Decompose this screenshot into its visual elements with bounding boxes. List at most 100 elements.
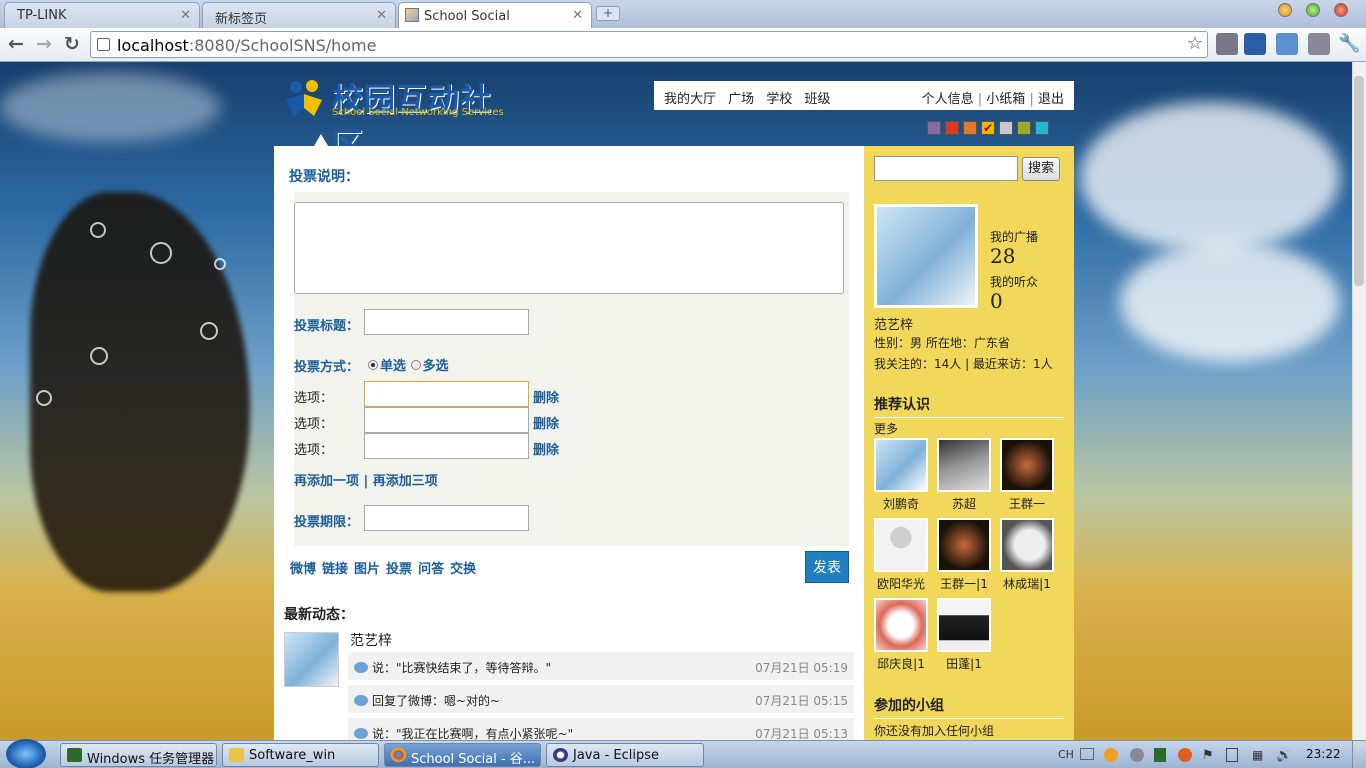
person-avatar[interactable] — [1000, 438, 1054, 492]
tray-app-icon[interactable] — [1104, 748, 1118, 762]
theme-swatch[interactable] — [945, 121, 959, 135]
tray-app-icon[interactable] — [1130, 748, 1144, 762]
tool-qa[interactable]: 问答 — [418, 562, 444, 577]
option-input-2[interactable] — [364, 407, 529, 433]
person-name[interactable]: 王群一 — [995, 495, 1059, 512]
task-eclipse[interactable]: Java - Eclipse — [546, 743, 704, 767]
tool-image[interactable]: 图片 — [354, 562, 380, 577]
close-icon[interactable]: ✕ — [180, 8, 191, 23]
delete-option-2-link[interactable]: 删除 — [533, 413, 559, 432]
page-menu-icon[interactable] — [1308, 33, 1330, 55]
theme-swatch[interactable] — [1035, 121, 1049, 135]
nav-plaza[interactable]: 广场 — [728, 92, 754, 107]
vote-description-textarea[interactable] — [294, 202, 844, 294]
tool-weibo[interactable]: 微博 — [290, 562, 316, 577]
person-avatar[interactable] — [874, 438, 928, 492]
wrench-icon[interactable]: 🔧 — [1338, 33, 1360, 54]
more-link[interactable]: 更多 — [874, 420, 898, 437]
nav-mailbox[interactable]: 小纸箱 — [986, 92, 1025, 107]
task-school-social[interactable]: School Social - 谷... — [384, 743, 541, 767]
extension-icon[interactable] — [1244, 33, 1266, 55]
tray-app-icon[interactable] — [1178, 748, 1192, 762]
theme-swatch[interactable] — [999, 121, 1013, 135]
nav-class[interactable]: 班级 — [804, 92, 830, 107]
person-avatar[interactable] — [1000, 518, 1054, 572]
nav-logout[interactable]: 退出 — [1038, 92, 1064, 107]
broadcast-label[interactable]: 我的广播 — [990, 228, 1038, 245]
tool-vote[interactable]: 投票 — [386, 562, 412, 577]
nav-my-hall[interactable]: 我的大厅 — [664, 92, 716, 107]
tool-exchange[interactable]: 交换 — [450, 562, 476, 577]
tool-link[interactable]: 链接 — [322, 562, 348, 577]
address-bar[interactable]: localhost:8080/SchoolSNS/home ☆ — [90, 31, 1208, 58]
nav-profile[interactable]: 个人信息 — [922, 92, 974, 107]
action-center-flag-icon[interactable]: ⚑ — [1202, 748, 1214, 763]
vote-title-input[interactable] — [364, 309, 529, 335]
person-avatar[interactable] — [937, 438, 991, 492]
usb-device-icon[interactable] — [1226, 748, 1238, 762]
option-input-3[interactable] — [364, 433, 529, 459]
maximize-button[interactable] — [1306, 3, 1320, 17]
listener-count[interactable]: 0 — [990, 289, 1003, 313]
language-indicator[interactable]: CH — [1058, 748, 1074, 761]
person-avatar[interactable] — [937, 598, 991, 652]
site-logo[interactable]: 校园互动社区 School Social Networking Services — [284, 74, 514, 163]
theme-swatch[interactable] — [927, 121, 941, 135]
theme-swatch[interactable] — [963, 121, 977, 135]
task-task-manager[interactable]: Windows 任务管理器 — [60, 743, 217, 767]
profile-name[interactable]: 范艺梓 — [874, 314, 913, 333]
theme-swatch[interactable] — [1017, 121, 1031, 135]
single-choice-radio[interactable] — [368, 360, 378, 370]
theme-swatch-selected[interactable]: ✔ — [981, 121, 995, 135]
extension-icon[interactable] — [1276, 33, 1298, 55]
broadcast-count[interactable]: 28 — [990, 244, 1015, 268]
close-icon[interactable]: ✕ — [572, 8, 583, 23]
search-input[interactable] — [874, 156, 1018, 181]
vote-deadline-input[interactable] — [364, 505, 529, 531]
scrollbar-thumb[interactable] — [1354, 76, 1364, 286]
system-clock[interactable]: 23:22 — [1306, 747, 1341, 761]
back-icon[interactable]: ← — [8, 33, 24, 55]
person-avatar[interactable] — [874, 598, 928, 652]
extension-icon[interactable] — [1216, 33, 1238, 55]
person-name[interactable]: 田蓬|1 — [932, 655, 996, 672]
nav-school[interactable]: 学校 — [766, 92, 792, 107]
add-option-links[interactable]: 再添加一项 | 再添加三项 — [294, 470, 438, 489]
person-name[interactable]: 王群一|1 — [932, 575, 996, 592]
person-avatar[interactable] — [937, 518, 991, 572]
option-input-1[interactable] — [364, 381, 529, 407]
start-button[interactable] — [6, 739, 46, 768]
delete-option-1-link[interactable]: 删除 — [533, 387, 559, 406]
tab-new-tab[interactable]: 新标签页 ✕ — [202, 2, 396, 28]
delete-option-3-link[interactable]: 删除 — [533, 439, 559, 458]
person-name[interactable]: 苏超 — [932, 495, 996, 512]
reload-icon[interactable]: ↻ — [64, 33, 80, 55]
person-name[interactable]: 欧阳华光 — [869, 575, 933, 592]
person-avatar[interactable] — [874, 518, 928, 572]
close-icon[interactable]: ✕ — [376, 8, 387, 23]
profile-follow-stats[interactable]: 我关注的：14人 | 最近来访：1人 — [874, 355, 1053, 372]
tab-school-social[interactable]: School Social ✕ — [398, 2, 592, 29]
task-manager-tray-icon[interactable] — [1154, 748, 1166, 762]
network-icon[interactable]: ▦ — [1252, 748, 1263, 762]
profile-avatar[interactable] — [874, 204, 978, 308]
multi-choice-radio[interactable] — [410, 360, 421, 370]
forward-icon[interactable]: → — [36, 33, 52, 55]
person-name[interactable]: 林成瑞|1 — [995, 575, 1059, 592]
task-software-folder[interactable]: Software_win — [222, 743, 379, 767]
search-button[interactable]: 搜索 — [1022, 157, 1060, 181]
person-name[interactable]: 刘鹏奇 — [869, 495, 933, 512]
listener-label[interactable]: 我的听众 — [990, 273, 1038, 290]
keyboard-icon[interactable] — [1080, 748, 1094, 760]
tab-tp-link[interactable]: TP-LINK ✕ — [4, 2, 200, 28]
feed-user-avatar[interactable] — [284, 632, 339, 687]
publish-button[interactable]: 发表 — [805, 551, 849, 583]
minimize-button[interactable] — [1278, 3, 1292, 17]
window-close-button[interactable] — [1334, 3, 1348, 17]
person-name[interactable]: 邱庆良|1 — [869, 655, 933, 672]
feed-user-name[interactable]: 范艺梓 — [350, 630, 392, 650]
volume-icon[interactable]: 🔊 — [1276, 748, 1292, 763]
bookmark-star-icon[interactable]: ☆ — [1187, 33, 1203, 54]
show-desktop-button[interactable] — [1352, 741, 1366, 768]
new-tab-button[interactable]: + — [596, 6, 620, 21]
